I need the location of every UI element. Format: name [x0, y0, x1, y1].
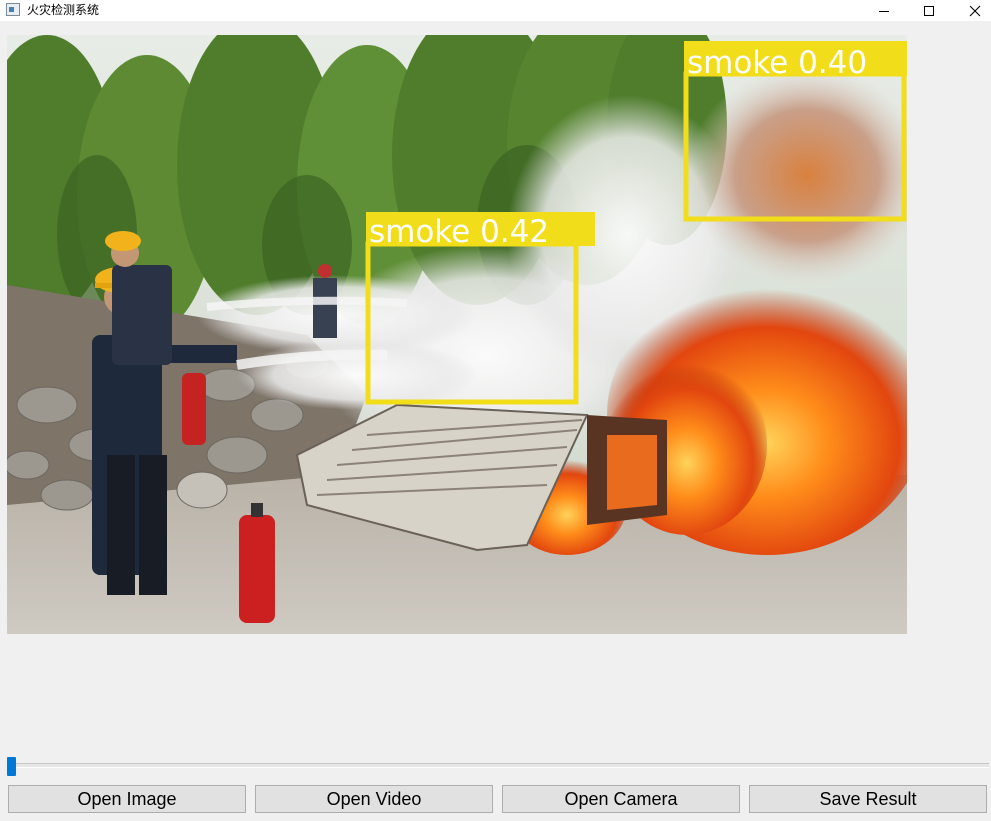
detection-label-1: smoke 0.42 [369, 214, 549, 250]
detection-image: smoke 0.42 smoke 0.40 [7, 35, 907, 634]
close-icon [969, 5, 981, 16]
title-bar: 火灾检测系统 [0, 0, 991, 21]
open-image-button[interactable]: Open Image [8, 785, 246, 813]
minimize-button[interactable] [861, 0, 907, 21]
minimize-icon [879, 10, 889, 12]
close-button[interactable] [952, 0, 991, 21]
detection-image-display: smoke 0.42 smoke 0.40 [7, 35, 907, 634]
progress-handle[interactable] [7, 757, 16, 776]
progress-track[interactable] [7, 763, 989, 768]
detection-label-2: smoke 0.40 [687, 45, 867, 81]
video-progress-slider[interactable] [7, 755, 989, 777]
maximize-icon [924, 5, 934, 16]
app-icon [6, 3, 20, 16]
window-title: 火灾检测系统 [27, 3, 100, 17]
maximize-button[interactable] [906, 0, 952, 21]
open-camera-button[interactable]: Open Camera [502, 785, 740, 813]
open-video-button[interactable]: Open Video [255, 785, 493, 813]
save-result-button[interactable]: Save Result [749, 785, 987, 813]
